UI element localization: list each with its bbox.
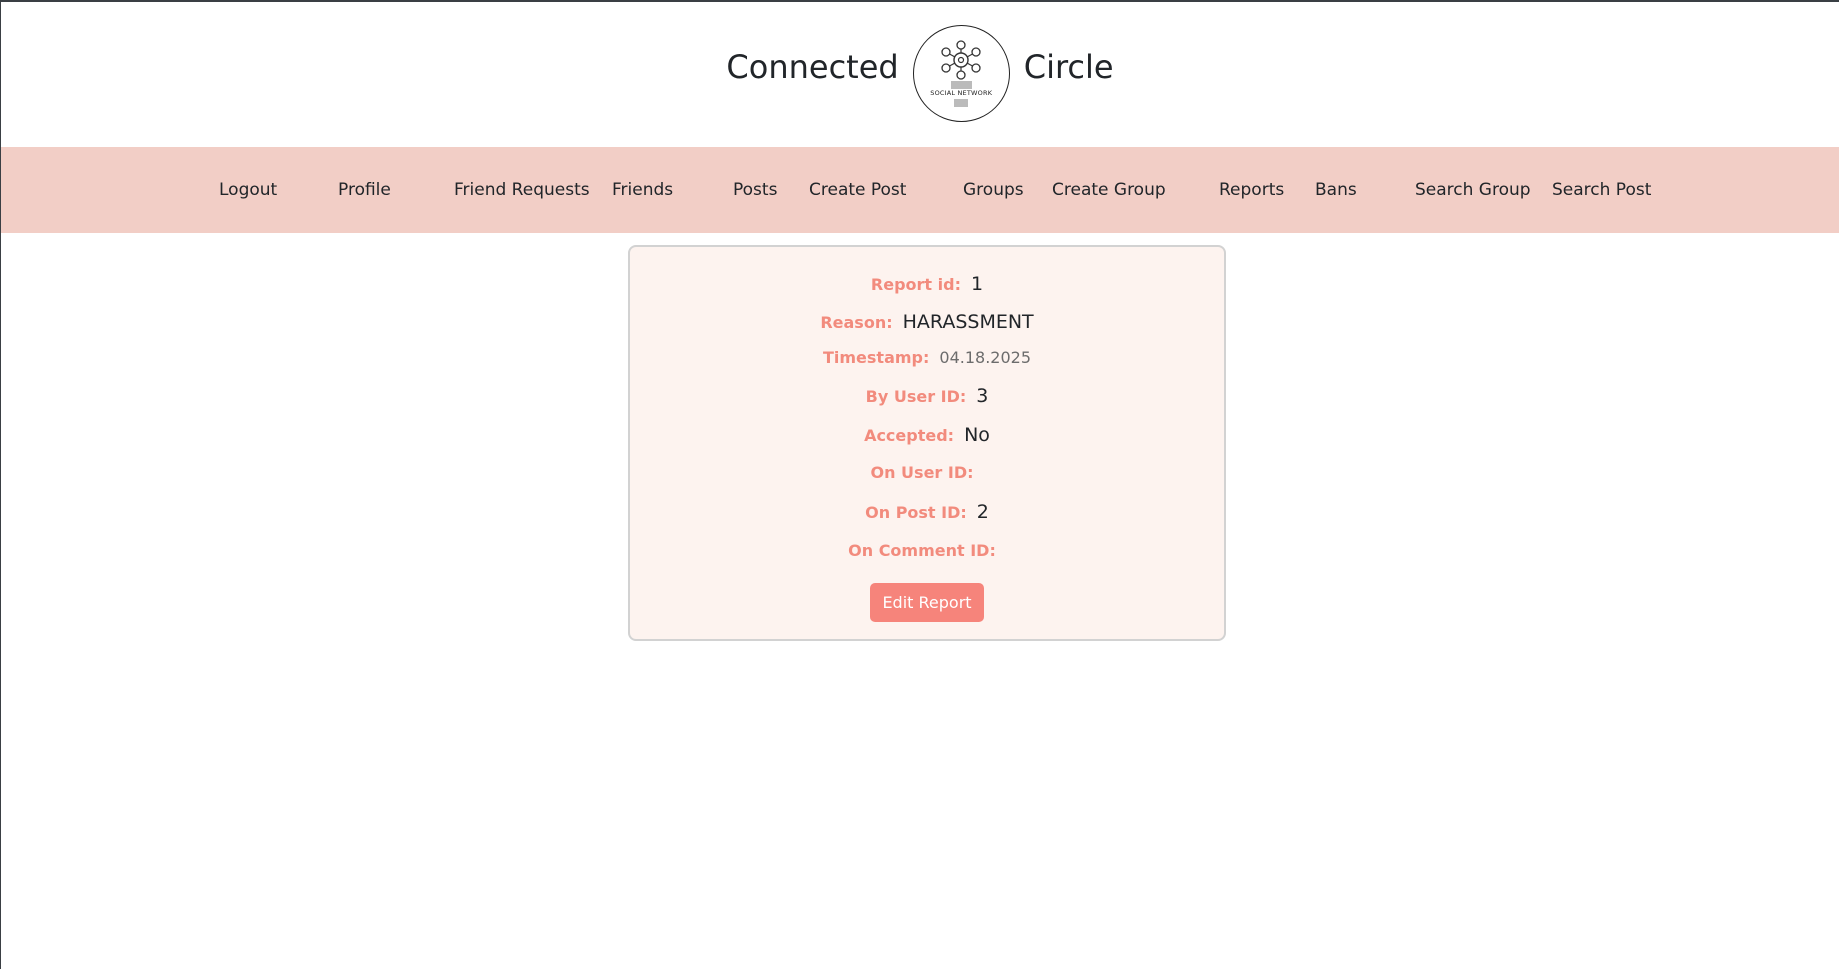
- logo-tag-bar-bottom: [954, 99, 969, 107]
- nav-posts[interactable]: Posts: [733, 147, 777, 233]
- on-post-id-value: 2: [976, 501, 989, 523]
- logo-tag-bar: ​: [950, 81, 972, 89]
- by-user-id-value: 3: [976, 385, 989, 407]
- timestamp-value: 04.18.2025: [939, 348, 1032, 367]
- reason-row: Reason: HARASSMENT: [630, 311, 1224, 333]
- network-graph-icon: [941, 40, 981, 80]
- network-logo-icon[interactable]: ​ SOCIAL NETWORK: [912, 25, 1010, 122]
- site-header: Connected ​ SOCIAL NETWORK Circle: [1, 2, 1839, 147]
- timestamp-label: Timestamp:: [822, 348, 930, 367]
- nav-logout[interactable]: Logout: [219, 147, 277, 233]
- on-user-id-row: On User ID:: [630, 463, 1224, 482]
- on-post-id-label: On Post ID:: [865, 503, 967, 522]
- timestamp-row: Timestamp: 04.18.2025: [630, 348, 1224, 367]
- nav-search-group[interactable]: Search Group: [1415, 147, 1531, 233]
- by-user-id-label: By User ID:: [865, 387, 967, 406]
- brand-right-word: Circle: [1023, 47, 1114, 86]
- nav-create-post[interactable]: Create Post: [809, 147, 906, 233]
- nav-bans[interactable]: Bans: [1315, 147, 1357, 233]
- nav-groups[interactable]: Groups: [963, 147, 1024, 233]
- on-user-id-label: On User ID:: [870, 463, 974, 482]
- nav-search-post[interactable]: Search Post: [1552, 147, 1651, 233]
- nav-friends[interactable]: Friends: [612, 147, 673, 233]
- by-user-id-row: By User ID: 3: [630, 385, 1224, 407]
- edit-report-button[interactable]: Edit Report: [870, 583, 984, 622]
- nav-profile[interactable]: Profile: [338, 147, 391, 233]
- accepted-row: Accepted: No: [630, 424, 1224, 446]
- nav-friend-requests[interactable]: Friend Requests: [454, 147, 590, 233]
- report-id-value: 1: [970, 273, 984, 295]
- report-details-card: Report id: 1 Reason: HARASSMENT Timestam…: [628, 245, 1226, 641]
- report-id-label: Report id:: [870, 275, 961, 294]
- brand-left-word: Connected: [726, 47, 899, 86]
- on-comment-id-label: On Comment ID:: [848, 541, 996, 560]
- on-comment-id-row: On Comment ID:: [630, 541, 1224, 560]
- reason-label: Reason:: [820, 313, 893, 332]
- nav-reports[interactable]: Reports: [1219, 147, 1284, 233]
- accepted-value: No: [964, 424, 990, 446]
- nav-create-group[interactable]: Create Group: [1052, 147, 1166, 233]
- accepted-label: Accepted:: [864, 426, 955, 445]
- logo-tagline: SOCIAL NETWORK: [930, 89, 993, 97]
- reason-value: HARASSMENT: [902, 311, 1034, 333]
- on-post-id-row: On Post ID: 2: [630, 501, 1224, 523]
- report-id-row: Report id: 1: [630, 273, 1224, 295]
- main-navbar: Logout Profile Friend Requests Friends P…: [1, 147, 1839, 233]
